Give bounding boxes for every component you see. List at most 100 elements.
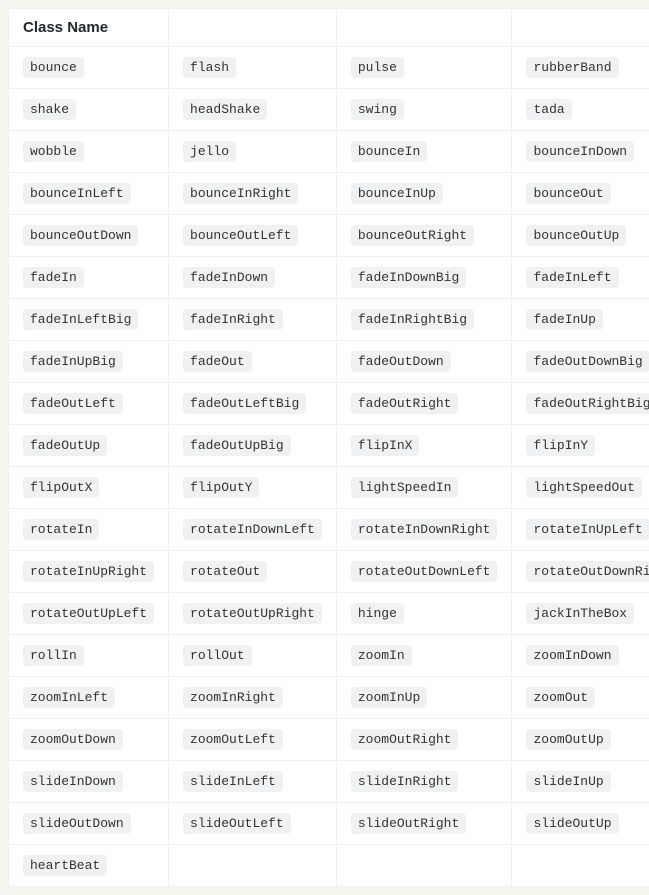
class-name-code: wobble: [23, 141, 84, 162]
class-name-code: rotateOutUpRight: [183, 603, 322, 624]
class-name-code: bounceOutDown: [23, 225, 138, 246]
class-name-code: fadeOutDownBig: [526, 351, 649, 372]
table-cell: fadeOutRightBig: [512, 383, 649, 425]
class-name-code: zoomOutUp: [526, 729, 610, 750]
class-name-code: jello: [183, 141, 236, 162]
table-cell: rollOut: [169, 635, 337, 677]
class-name-code: rotateInUpLeft: [526, 519, 649, 540]
class-name-code: flash: [183, 57, 236, 78]
class-name-code: fadeInLeft: [526, 267, 618, 288]
table-cell: fadeInDownBig: [336, 257, 512, 299]
class-name-code: bounceOutRight: [351, 225, 474, 246]
table-row: fadeInLeftBig fadeInRight fadeInRightBig fa…: [9, 299, 649, 341]
table-cell: headShake: [169, 89, 337, 131]
table-cell: bounceInLeft: [9, 173, 169, 215]
class-name-code: fadeInUp: [526, 309, 602, 330]
table-cell: fadeInUpBig: [9, 341, 169, 383]
table-cell: bounceOutUp: [512, 215, 649, 257]
table-cell: fadeInLeft: [512, 257, 649, 299]
class-name-table: Class Name bounceflashpulserubberBandsha…: [8, 8, 649, 887]
class-name-code: bounceOut: [526, 183, 610, 204]
class-name-code: lightSpeedIn: [351, 477, 459, 498]
class-name-code: rotateIn: [23, 519, 99, 540]
table-row: rotateInUpRight rotateOut rotateOutDownLef…: [9, 551, 649, 593]
table-cell: rotateInDownRight: [336, 509, 512, 551]
table-row: fadeOutUpfadeOutUpBigflipInXflipInY: [9, 425, 649, 467]
table-row: zoomOutDownzoomOutLeftzoomOutRightzoomOu…: [9, 719, 649, 761]
class-name-code: hinge: [351, 603, 404, 624]
table-cell: rotateInDownLeft: [169, 509, 337, 551]
class-name-code: bounceInDown: [526, 141, 634, 162]
class-name-code: bounce: [23, 57, 84, 78]
class-name-code: zoomIn: [351, 645, 412, 666]
class-name-code: fadeInDownBig: [351, 267, 466, 288]
class-name-code: flipOutY: [183, 477, 259, 498]
table-cell: fadeOutLeftBig: [169, 383, 337, 425]
class-name-code: slideInRight: [351, 771, 459, 792]
class-name-code: fadeOut: [183, 351, 252, 372]
class-name-code: fadeOutLeftBig: [183, 393, 306, 414]
class-name-code: rotateOutUpLeft: [23, 603, 154, 624]
class-name-code: fadeInDown: [183, 267, 275, 288]
class-name-code: bounceOutLeft: [183, 225, 298, 246]
table-cell: slideOutLeft: [169, 803, 337, 845]
class-name-code: fadeInRight: [183, 309, 283, 330]
table-cell: [512, 845, 649, 887]
table-cell: flash: [169, 47, 337, 89]
table-cell: rotateOutDownRight: [512, 551, 649, 593]
table-cell: fadeOut: [169, 341, 337, 383]
table-cell: fadeOutUp: [9, 425, 169, 467]
table-cell: fadeOutDownBig: [512, 341, 649, 383]
table-cell: jackInTheBox: [512, 593, 649, 635]
table-cell: bounce: [9, 47, 169, 89]
table-cell: fadeOutUpBig: [169, 425, 337, 467]
table-cell: zoomOutRight: [336, 719, 512, 761]
class-name-code: zoomOut: [526, 687, 595, 708]
table-cell: slideInRight: [336, 761, 512, 803]
class-name-code: fadeInRightBig: [351, 309, 474, 330]
class-name-code: rollOut: [183, 645, 252, 666]
table-cell: rotateOutUpRight: [169, 593, 337, 635]
class-name-code: zoomInLeft: [23, 687, 115, 708]
class-name-code: slideOutDown: [23, 813, 131, 834]
table-cell: swing: [336, 89, 512, 131]
class-name-code: flipOutX: [23, 477, 99, 498]
table-cell: slideOutUp: [512, 803, 649, 845]
table-cell: slideInLeft: [169, 761, 337, 803]
table-cell: rotateInUpLeft: [512, 509, 649, 551]
class-name-code: rotateOut: [183, 561, 267, 582]
class-name-code: headShake: [183, 99, 267, 120]
header-col-2: [169, 9, 337, 47]
table-cell: wobble: [9, 131, 169, 173]
class-name-code: fadeOutRight: [351, 393, 459, 414]
table-row: slideOutDown slideOutLeft slideOutRightsli…: [9, 803, 649, 845]
table-row: rollIn rollOut zoomIn zoomInDown: [9, 635, 649, 677]
table-cell: lightSpeedOut: [512, 467, 649, 509]
table-cell: zoomOut: [512, 677, 649, 719]
table-cell: lightSpeedIn: [336, 467, 512, 509]
table-cell: rotateOutDownLeft: [336, 551, 512, 593]
table-row: zoomInLeftzoomInRightzoomInUpzoomOut: [9, 677, 649, 719]
table-cell: rotateOut: [169, 551, 337, 593]
class-name-code: rollIn: [23, 645, 84, 666]
table-cell: fadeOutLeft: [9, 383, 169, 425]
class-name-code: fadeOutUp: [23, 435, 107, 456]
table-cell: zoomInDown: [512, 635, 649, 677]
table-row: wobble jello bounceIn bounceInDown: [9, 131, 649, 173]
table-cell: fadeIn: [9, 257, 169, 299]
table-row: heartBeat: [9, 845, 649, 887]
table-row: shakeheadShakeswingtada: [9, 89, 649, 131]
table-cell: fadeInLeftBig: [9, 299, 169, 341]
table-cell: slideOutRight: [336, 803, 512, 845]
table-cell: bounceIn: [336, 131, 512, 173]
class-name-code: zoomInDown: [526, 645, 618, 666]
table-cell: pulse: [336, 47, 512, 89]
class-name-code: zoomOutLeft: [183, 729, 283, 750]
class-name-code: flipInY: [526, 435, 595, 456]
table-cell: rollIn: [9, 635, 169, 677]
table-cell: rotateInUpRight: [9, 551, 169, 593]
table-cell: zoomInUp: [336, 677, 512, 719]
class-name-code: slideOutLeft: [183, 813, 291, 834]
class-name-code: slideInLeft: [183, 771, 283, 792]
class-name-code: jackInTheBox: [526, 603, 634, 624]
